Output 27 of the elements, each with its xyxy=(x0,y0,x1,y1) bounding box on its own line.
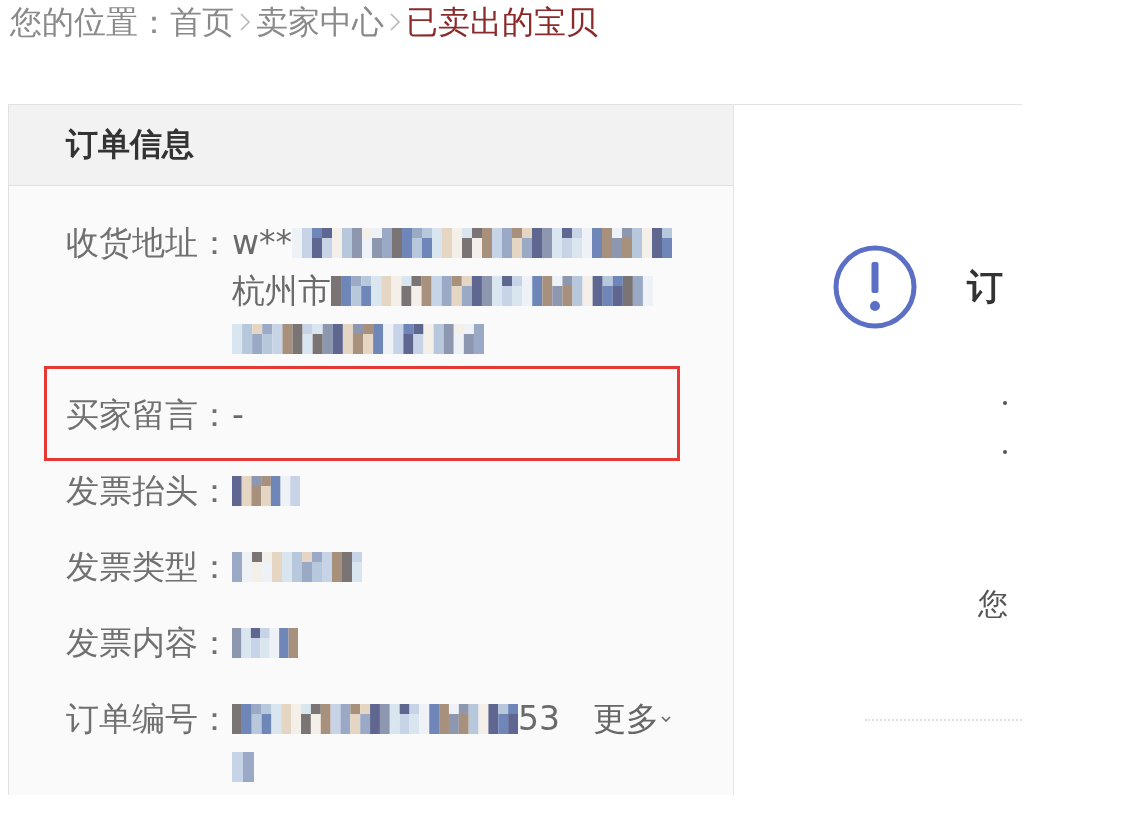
field-label: 发票类型： xyxy=(66,546,232,588)
field-value: 杭州市 xyxy=(232,270,331,312)
breadcrumb-current: 已卖出的宝贝 xyxy=(406,2,598,43)
more-link[interactable]: 更多 xyxy=(593,695,671,743)
chevron-right-icon xyxy=(389,12,401,32)
panel-title: 订单信息 xyxy=(66,124,194,165)
bullet-icon xyxy=(1003,449,1007,454)
notice-text: 您 xyxy=(978,585,1009,623)
notice-title: 订 xyxy=(967,264,1003,309)
field-value: w** xyxy=(232,222,292,264)
mosaic-redaction xyxy=(232,752,254,782)
field-value: - xyxy=(232,394,244,436)
location-label: 您的位置： xyxy=(10,2,170,43)
bullet-icon xyxy=(1003,400,1007,405)
caret-down-icon xyxy=(661,716,671,722)
chevron-right-icon xyxy=(239,12,251,32)
mosaic-redaction xyxy=(232,476,300,506)
field-label: 收货地址： xyxy=(66,222,232,264)
mosaic-redaction xyxy=(232,628,298,658)
breadcrumb-link[interactable]: 卖家中心 xyxy=(256,0,384,44)
field-label: 买家留言： xyxy=(66,394,232,436)
breadcrumb-link[interactable]: 首页 xyxy=(170,0,234,44)
exclamation-circle-icon xyxy=(833,245,917,329)
field-value: 53 xyxy=(518,698,560,740)
field-label: 发票内容： xyxy=(66,622,232,664)
field-label: 发票抬头： xyxy=(66,470,232,512)
field-label: 订单编号： xyxy=(66,698,232,740)
